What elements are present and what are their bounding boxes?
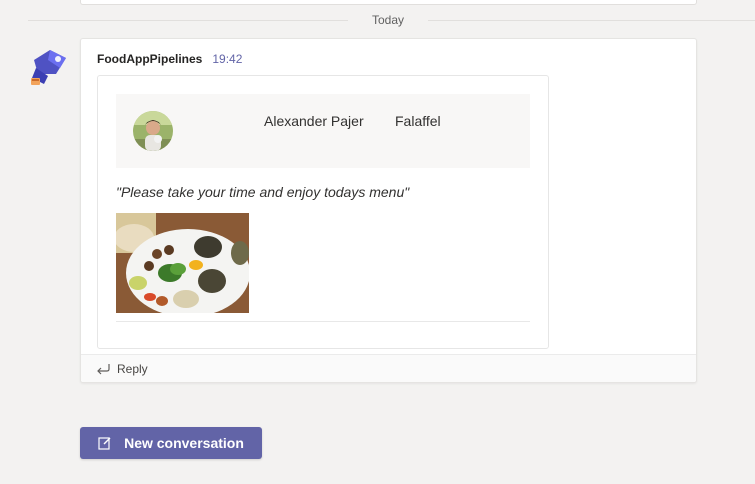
adaptive-card: Alexander Pajer Falaffel "Please take yo… (97, 75, 549, 349)
person-name: Alexander Pajer (264, 113, 364, 129)
person-avatar (133, 111, 173, 151)
previous-message-card (80, 0, 697, 5)
message-header: FoodAppPipelines 19:42 (97, 52, 242, 66)
message-timestamp: 19:42 (212, 52, 243, 66)
sender-name[interactable]: FoodAppPipelines (97, 52, 202, 66)
card-info-band: Alexander Pajer Falaffel (116, 94, 530, 168)
card-quote: "Please take your time and enjoy todays … (116, 184, 410, 200)
bot-logo-icon (31, 50, 66, 85)
food-photo (116, 213, 249, 313)
date-divider-line-left (28, 20, 348, 21)
bot-avatar[interactable] (26, 46, 70, 90)
reply-arrow-icon (95, 363, 111, 375)
compose-icon (98, 436, 112, 450)
message-card: FoodAppPipelines 19:42 Alexander Pajer F… (80, 38, 697, 383)
dish-name: Falaffel (395, 113, 441, 129)
reply-button[interactable]: Reply (81, 354, 696, 382)
new-conversation-button[interactable]: New conversation (80, 427, 262, 459)
date-divider-label: Today (371, 13, 405, 27)
date-divider-line-right (428, 20, 755, 21)
card-separator (116, 321, 530, 322)
new-conversation-label: New conversation (124, 435, 244, 451)
reply-label: Reply (117, 361, 148, 376)
